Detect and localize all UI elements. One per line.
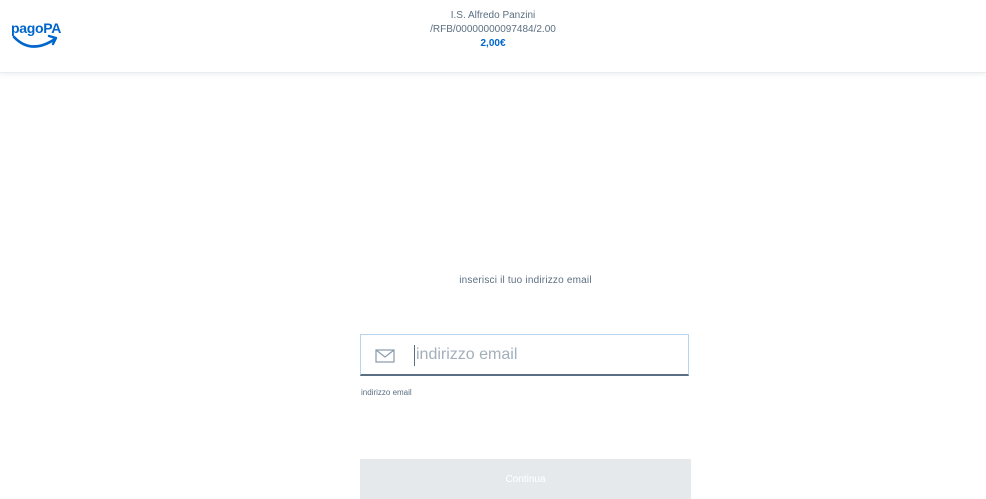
email-prompt: inserisci il tuo indirizzo email: [459, 275, 592, 286]
email-field[interactable]: [360, 334, 689, 376]
mail-icon: [375, 349, 395, 363]
notice-code: /RFB/00000000097484/2.00: [430, 24, 556, 35]
text-caret: [414, 345, 415, 366]
page-header: pagoPA I.S. Alfredo Panzini /RFB/0000000…: [0, 0, 986, 73]
pagopa-logo[interactable]: pagoPA: [11, 19, 63, 53]
continue-button[interactable]: Continua: [360, 459, 691, 499]
payment-summary: I.S. Alfredo Panzini /RFB/00000000097484…: [393, 9, 593, 51]
email-input[interactable]: [416, 341, 676, 369]
payment-amount: 2,00€: [480, 38, 506, 49]
payee-name: I.S. Alfredo Panzini: [450, 10, 536, 21]
email-field-label: indirizzo email: [361, 388, 412, 397]
logo-arc-icon: [12, 34, 58, 48]
